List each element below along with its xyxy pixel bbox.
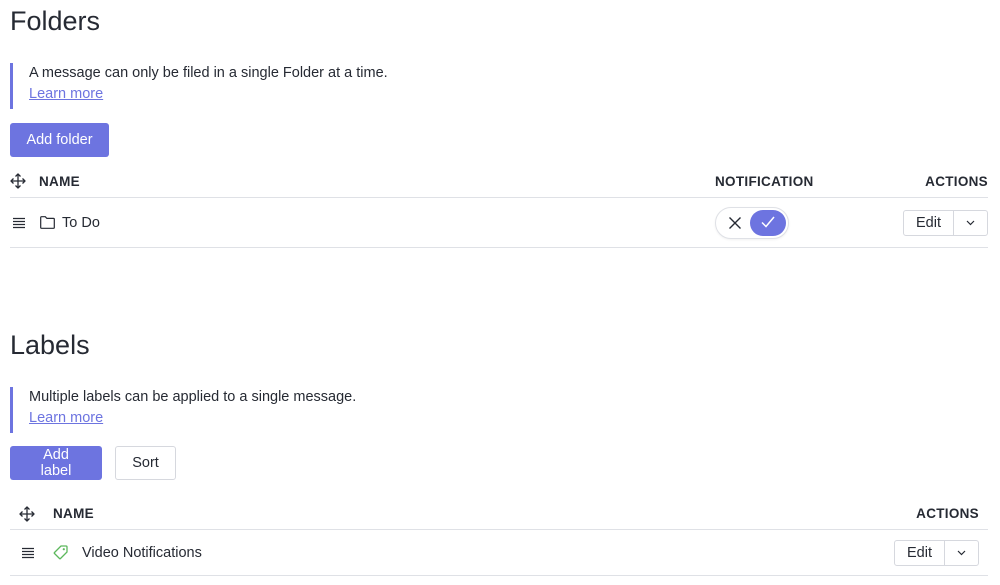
toggle-on-indicator [750, 210, 786, 236]
move-icon [10, 173, 26, 189]
labels-info-box: Multiple labels can be applied to a sing… [10, 387, 988, 433]
labels-table-header: NAME ACTIONS [10, 496, 988, 530]
labels-title: Labels [10, 330, 90, 360]
column-header-name: NAME [53, 506, 94, 521]
chevron-down-icon [957, 550, 966, 556]
edit-folder-button[interactable]: Edit [904, 211, 954, 235]
folders-info-box: A message can only be filed in a single … [10, 63, 988, 109]
labels-learn-more-link[interactable]: Learn more [29, 408, 103, 429]
folders-learn-more-link[interactable]: Learn more [29, 84, 103, 105]
chevron-down-icon [966, 220, 975, 226]
move-icon [19, 506, 35, 522]
label-name[interactable]: Video Notifications [82, 545, 202, 561]
checkmark-icon [761, 216, 775, 228]
folders-title: Folders [10, 6, 101, 36]
folder-actions-dropdown[interactable] [954, 211, 987, 235]
folder-actions-group: Edit [903, 210, 988, 236]
folders-info-text: A message can only be filed in a single … [29, 65, 388, 81]
folders-table-header: NAME NOTIFICATION ACTIONS [10, 164, 988, 198]
folder-icon [40, 216, 55, 229]
column-header-name: NAME [39, 174, 80, 189]
add-folder-button[interactable]: Add folder [10, 123, 109, 157]
label-actions-dropdown[interactable] [945, 541, 978, 565]
column-header-notification: NOTIFICATION [715, 174, 814, 189]
column-header-actions: ACTIONS [916, 506, 979, 521]
column-header-actions: ACTIONS [925, 174, 988, 189]
add-label-button[interactable]: Add label [10, 446, 102, 480]
close-icon [729, 217, 741, 229]
label-actions-group: Edit [894, 540, 979, 566]
sort-button[interactable]: Sort [115, 446, 176, 480]
edit-label-button[interactable]: Edit [895, 541, 945, 565]
tag-icon [53, 545, 68, 560]
folder-row: To Do Edit [10, 199, 988, 248]
label-row: Video Notifications Edit [10, 531, 988, 576]
drag-handle-icon[interactable] [21, 547, 35, 559]
notification-toggle[interactable] [715, 207, 789, 239]
drag-handle-icon[interactable] [12, 217, 26, 229]
folder-name[interactable]: To Do [62, 215, 100, 231]
labels-info-text: Multiple labels can be applied to a sing… [29, 389, 357, 405]
